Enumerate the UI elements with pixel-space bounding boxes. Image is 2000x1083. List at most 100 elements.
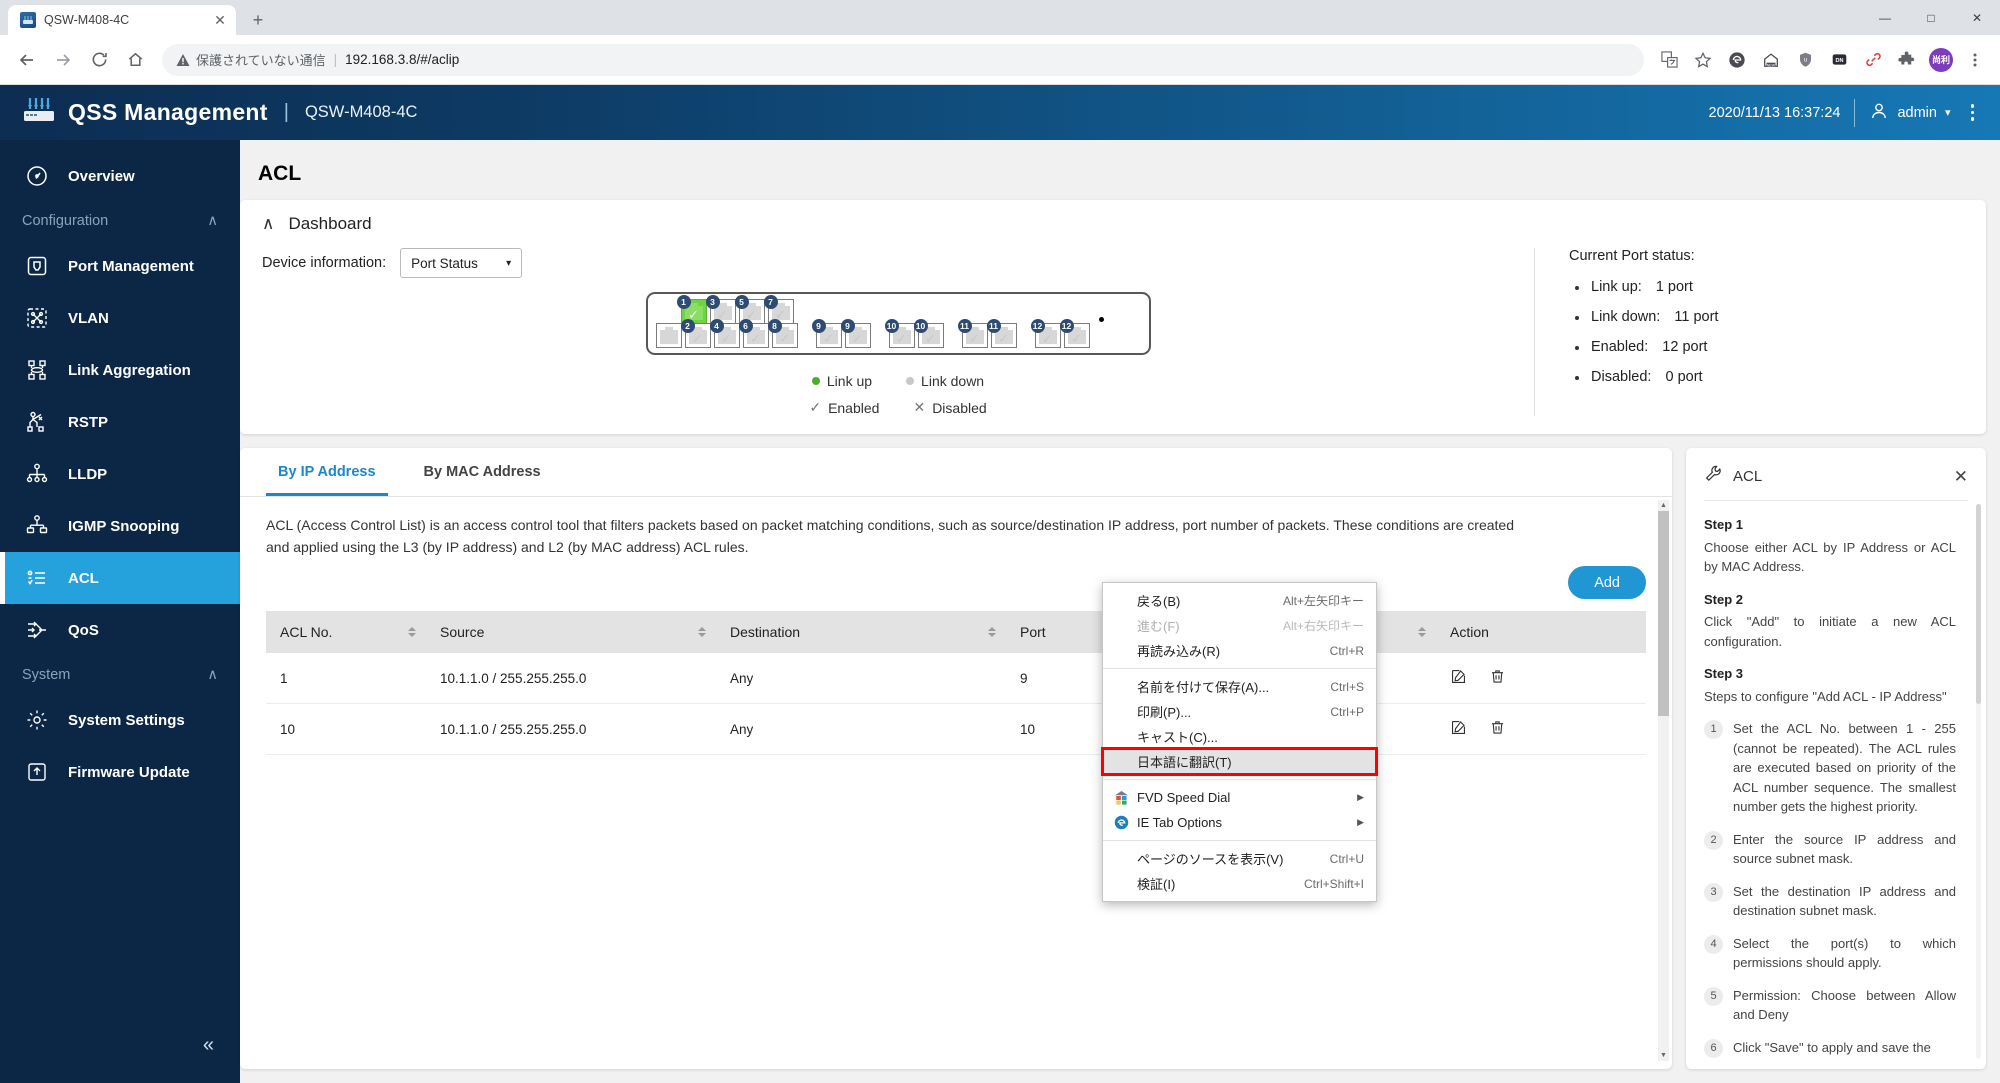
ublock-icon[interactable]: u — [1790, 45, 1820, 75]
sort-icon[interactable] — [408, 627, 416, 637]
port-6[interactable]: 6✓ — [743, 323, 769, 348]
context-menu-item-cast[interactable]: キャスト(C)... — [1103, 724, 1376, 749]
help-scrollbar[interactable] — [1976, 504, 1981, 1059]
sidebar-item-acl[interactable]: ACL — [0, 552, 240, 604]
col-acl-no[interactable]: ACL No. — [266, 611, 426, 653]
edit-icon[interactable] — [1450, 719, 1467, 739]
trash-icon[interactable] — [1489, 719, 1506, 739]
dashboard-body: Device information: Port Status ▾ 1✓ 3✓ … — [262, 248, 1964, 416]
sort-icon[interactable] — [1418, 627, 1426, 637]
window-minimize-button[interactable]: — — [1862, 0, 1908, 35]
sidebar-group-configuration[interactable]: Configuration ∧ — [0, 202, 240, 240]
status-enabled: Enabled: 12 port — [1569, 332, 1964, 362]
edit-icon[interactable] — [1450, 668, 1467, 688]
port-9-a[interactable]: 9✓ — [816, 323, 842, 348]
port-10-b[interactable]: 10✓ — [918, 323, 944, 348]
dn-icon[interactable]: DN — [1824, 45, 1854, 75]
table-row[interactable]: 1 10.1.1.0 / 255.255.255.0 Any 9 — [266, 653, 1646, 704]
port-11-b[interactable]: 11✓ — [991, 323, 1017, 348]
forward-icon[interactable] — [46, 43, 80, 77]
sidebar-item-link-aggregation[interactable]: Link Aggregation — [0, 344, 240, 396]
tab-by-ip-address[interactable]: By IP Address — [266, 448, 388, 496]
translate-icon[interactable] — [1654, 45, 1684, 75]
port-12-a[interactable]: 12✓ — [1035, 323, 1061, 348]
context-menu-item-back[interactable]: 戻る(B) Alt+左矢印キー — [1103, 588, 1376, 613]
new-tab-button[interactable]: + — [244, 6, 272, 34]
col-source[interactable]: Source — [426, 611, 716, 653]
device-information-select[interactable]: Port Status ▾ — [400, 248, 522, 278]
acl-table-body: 1 10.1.1.0 / 255.255.255.0 Any 9 — [266, 653, 1646, 755]
context-menu-item-save-as[interactable]: 名前を付けて保存(A)... Ctrl+S — [1103, 674, 1376, 699]
context-menu-item-ie-tab-options[interactable]: IE Tab Options ▶ — [1103, 810, 1376, 835]
port-4[interactable]: 4✓ — [714, 323, 740, 348]
sidebar-item-label: Overview — [68, 168, 135, 185]
context-menu-item-print[interactable]: 印刷(P)... Ctrl+P — [1103, 699, 1376, 724]
col-destination[interactable]: Destination — [716, 611, 1006, 653]
sidebar-item-overview[interactable]: Overview — [0, 150, 240, 202]
sidebar-collapse-button[interactable]: « — [203, 1035, 214, 1055]
browser-tab[interactable]: QSW-M408-4C ✕ — [8, 5, 236, 35]
trash-icon[interactable] — [1489, 668, 1506, 688]
sort-icon[interactable] — [988, 627, 996, 637]
chrome-menu-icon[interactable] — [1960, 45, 1990, 75]
context-menu-item-translate-to-japanese[interactable]: 日本語に翻訳(T) — [1103, 749, 1376, 774]
port-badge: 10 — [885, 319, 899, 333]
warning-triangle-icon: 保護されていない通信 — [176, 50, 326, 69]
tab-by-mac-address[interactable]: By MAC Address — [412, 448, 553, 496]
link-icon[interactable] — [1858, 45, 1888, 75]
profile-avatar[interactable]: 尚利 — [1926, 45, 1956, 75]
window-maximize-button[interactable]: □ — [1908, 0, 1954, 35]
sidebar-item-igmp-snooping[interactable]: IGMP Snooping — [0, 500, 240, 552]
port-10-a[interactable]: 10✓ — [889, 323, 915, 348]
bookmark-star-icon[interactable] — [1688, 45, 1718, 75]
browser-context-menu[interactable]: 戻る(B) Alt+左矢印キー 進む(F) Alt+右矢印キー 再読み込み(R)… — [1102, 582, 1377, 902]
context-menu-item-fvd-speed-dial[interactable]: FVD Speed Dial ▶ — [1103, 785, 1376, 810]
table-row[interactable]: 10 10.1.1.0 / 255.255.255.0 Any 10 — [266, 704, 1646, 755]
help-scroll-thumb[interactable] — [1976, 504, 1981, 704]
sidebar-item-vlan[interactable]: VLAN — [0, 292, 240, 344]
port-2[interactable]: 2✓ — [685, 323, 711, 348]
help-numbered-item-4: 4 Select the port(s) to which permission… — [1704, 934, 1956, 973]
acl-list-icon — [22, 566, 52, 590]
cell-acl-no: 1 — [266, 653, 426, 704]
kebab-menu-icon[interactable] — [1965, 100, 1981, 125]
port-badge: 12 — [1060, 319, 1074, 333]
context-menu-item-inspect[interactable]: 検証(I) Ctrl+Shift+I — [1103, 871, 1376, 896]
sidebar-item-firmware-update[interactable]: Firmware Update — [0, 746, 240, 798]
edge-icon[interactable] — [1722, 45, 1752, 75]
user-menu[interactable]: admin ▾ — [1869, 101, 1950, 125]
home-icon[interactable] — [118, 43, 152, 77]
sidebar-item-rstp[interactable]: RSTP — [0, 396, 240, 448]
chevron-up-icon: ∧ — [207, 667, 218, 683]
status-value: 1 port — [1656, 279, 1693, 295]
context-menu-item-reload[interactable]: 再読み込み(R) Ctrl+R — [1103, 638, 1376, 663]
context-menu-item-view-source[interactable]: ページのソースを表示(V) Ctrl+U — [1103, 846, 1376, 871]
close-icon[interactable]: ✕ — [212, 12, 228, 28]
link-aggregation-icon — [22, 358, 52, 382]
puzzle-extensions-icon[interactable] — [1892, 45, 1922, 75]
acl-scrollbar[interactable]: ▲ ▼ — [1658, 500, 1669, 1061]
sidebar-item-system-settings[interactable]: System Settings — [0, 694, 240, 746]
svg-text:DN: DN — [1835, 58, 1843, 64]
port-12-b[interactable]: 12✓ — [1064, 323, 1090, 348]
chevron-up-icon[interactable]: ∧ — [262, 214, 274, 234]
port-11-a[interactable]: 11✓ — [962, 323, 988, 348]
scroll-up-arrow[interactable]: ▲ — [1658, 500, 1669, 511]
scroll-down-arrow[interactable]: ▼ — [1658, 1050, 1669, 1061]
add-button[interactable]: Add — [1568, 566, 1646, 599]
omnibox[interactable]: 保護されていない通信 | 192.168.3.8/#/aclip — [162, 44, 1644, 76]
sidebar-group-system[interactable]: System ∧ — [0, 656, 240, 694]
close-icon[interactable]: ✕ — [1954, 468, 1968, 485]
port-8[interactable]: 8✓ — [772, 323, 798, 348]
port-9-b[interactable]: 9✓ — [845, 323, 871, 348]
new-home-icon[interactable]: NEW — [1756, 45, 1786, 75]
back-icon[interactable] — [10, 43, 44, 77]
legend-disabled: ✕ Disabled — [913, 399, 986, 416]
sort-icon[interactable] — [698, 627, 706, 637]
sidebar-item-qos[interactable]: QoS — [0, 604, 240, 656]
scroll-thumb[interactable] — [1658, 511, 1669, 716]
reload-icon[interactable] — [82, 43, 116, 77]
window-close-button[interactable]: ✕ — [1954, 0, 2000, 35]
sidebar-item-port-management[interactable]: Port Management — [0, 240, 240, 292]
sidebar-item-lldp[interactable]: LLDP — [0, 448, 240, 500]
